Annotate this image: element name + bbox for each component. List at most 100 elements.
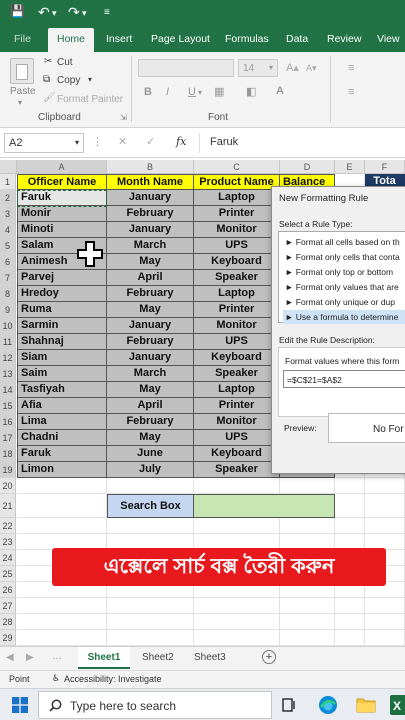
grid-cell[interactable] [335, 518, 365, 534]
excel-app-icon[interactable]: X [388, 695, 405, 715]
grid-cell[interactable] [280, 478, 335, 494]
row-header[interactable]: 23 [0, 534, 16, 550]
table-cell[interactable]: Speaker [194, 462, 280, 478]
grid-cell[interactable] [107, 630, 194, 646]
table-cell[interactable]: Parvej [17, 270, 107, 286]
tab-file[interactable]: File [14, 33, 31, 45]
grid-cell[interactable] [365, 614, 405, 630]
rule-type-item[interactable]: ► Format only cells that conta [283, 250, 405, 264]
sheet-tab-sheet2[interactable]: Sheet2 [142, 652, 174, 663]
grid-cell[interactable] [17, 598, 107, 614]
font-size-box[interactable]: 14 ▾ [238, 59, 278, 77]
tab-page-layout[interactable]: Page Layout [151, 33, 210, 45]
grid-cell[interactable] [107, 614, 194, 630]
table-cell[interactable]: Laptop [194, 190, 280, 206]
table-cell[interactable]: January [107, 222, 194, 238]
table-cell[interactable]: Speaker [194, 270, 280, 286]
table-header-cell[interactable]: Officer Name [17, 174, 107, 190]
cut-icon[interactable]: ✂ [44, 56, 52, 67]
table-cell[interactable]: Siam [17, 350, 107, 366]
tab-insert[interactable]: Insert [106, 33, 132, 45]
row-header[interactable]: 8 [0, 286, 16, 302]
select-all-corner[interactable] [0, 160, 17, 174]
table-cell[interactable]: Chadni [17, 430, 107, 446]
table-cell[interactable]: March [107, 366, 194, 382]
table-cell[interactable]: Ruma [17, 302, 107, 318]
italic-button[interactable]: I [166, 86, 169, 98]
grid-cell[interactable] [335, 598, 365, 614]
row-header[interactable]: 21 [0, 494, 16, 518]
table-cell[interactable]: May [107, 430, 194, 446]
paste-button[interactable]: Paste [10, 86, 36, 97]
grid-cell[interactable] [335, 614, 365, 630]
row-header[interactable]: 26 [0, 582, 16, 598]
font-color-icon[interactable]: A [276, 85, 284, 97]
rule-type-item[interactable]: ► Format only values that are [283, 280, 405, 294]
grid-cell[interactable] [17, 518, 107, 534]
grid-cell[interactable] [107, 478, 194, 494]
grid-cell[interactable] [365, 494, 405, 518]
table-cell[interactable]: Minoti [17, 222, 107, 238]
table-cell[interactable]: February [107, 206, 194, 222]
col-header-c[interactable]: C [194, 160, 280, 174]
grid-cell[interactable] [17, 494, 107, 518]
undo-icon[interactable]: ↶ [38, 4, 50, 21]
borders-icon[interactable]: ▦ [214, 85, 224, 98]
grid-cell[interactable] [280, 614, 335, 630]
table-cell[interactable]: Printer [194, 398, 280, 414]
sheet-prev-icon[interactable]: ◀ [6, 652, 14, 663]
formula-input[interactable]: Faruk [210, 136, 238, 148]
row-header[interactable]: 24 [0, 550, 16, 566]
accessibility-icon[interactable]: ♿ [52, 673, 60, 684]
row-header[interactable]: 1 [0, 174, 16, 190]
windows-start-icon[interactable] [12, 697, 28, 713]
taskbar-search-box[interactable]: Type here to search [38, 691, 272, 719]
copy-button[interactable]: Copy [57, 75, 80, 86]
grid-cell[interactable] [194, 478, 280, 494]
table-cell[interactable]: Tasfiyah [17, 382, 107, 398]
edge-browser-icon[interactable] [318, 695, 338, 715]
fill-color-icon[interactable]: ◧ [246, 85, 256, 98]
format-painter-button[interactable]: Format Painter [57, 94, 123, 105]
search-box-input[interactable] [194, 494, 335, 518]
file-explorer-icon[interactable] [356, 696, 376, 713]
table-header-cell[interactable]: Product Name [194, 174, 280, 190]
grid-cell[interactable] [17, 630, 107, 646]
row-header[interactable]: 13 [0, 366, 16, 382]
row-header[interactable]: 4 [0, 222, 16, 238]
col-header-e[interactable]: E [335, 160, 365, 174]
task-view-icon[interactable] [282, 698, 296, 712]
row-header[interactable]: 3 [0, 206, 16, 222]
rule-type-item[interactable]: ► Use a formula to determine [283, 310, 405, 324]
grid-cell[interactable] [107, 598, 194, 614]
customize-qat-icon[interactable]: ≡ [104, 7, 110, 18]
row-header[interactable]: 29 [0, 630, 16, 646]
table-cell[interactable]: Monitor [194, 318, 280, 334]
row-header[interactable]: 9 [0, 302, 16, 318]
cancel-entry-icon[interactable]: ✕ [118, 135, 127, 148]
underline-button[interactable]: U [188, 86, 196, 98]
row-header[interactable]: 14 [0, 382, 16, 398]
grid-cell[interactable] [194, 598, 280, 614]
align-left-icon[interactable]: ≡ [348, 86, 354, 98]
copy-dropdown-icon[interactable]: ▾ [88, 75, 92, 84]
row-header[interactable]: 15 [0, 398, 16, 414]
table-cell[interactable]: March [107, 238, 194, 254]
grid-cell[interactable] [335, 630, 365, 646]
grid-cell[interactable] [365, 478, 405, 494]
name-box[interactable]: A2 ▾ [4, 133, 84, 153]
row-header[interactable]: 2 [0, 190, 16, 206]
grid-cell[interactable] [365, 598, 405, 614]
table-cell[interactable]: UPS [194, 238, 280, 254]
row-header[interactable]: 17 [0, 430, 16, 446]
table-cell[interactable]: Faruk [17, 446, 107, 462]
row-header[interactable]: 16 [0, 414, 16, 430]
table-cell[interactable]: Printer [194, 302, 280, 318]
table-cell[interactable]: January [107, 190, 194, 206]
row-header[interactable]: 28 [0, 614, 16, 630]
row-header[interactable]: 18 [0, 446, 16, 462]
row-header[interactable]: 20 [0, 478, 16, 494]
col-header-b[interactable]: B [107, 160, 194, 174]
table-cell[interactable]: April [107, 270, 194, 286]
rule-type-item[interactable]: ► Format only unique or dup [283, 295, 405, 309]
